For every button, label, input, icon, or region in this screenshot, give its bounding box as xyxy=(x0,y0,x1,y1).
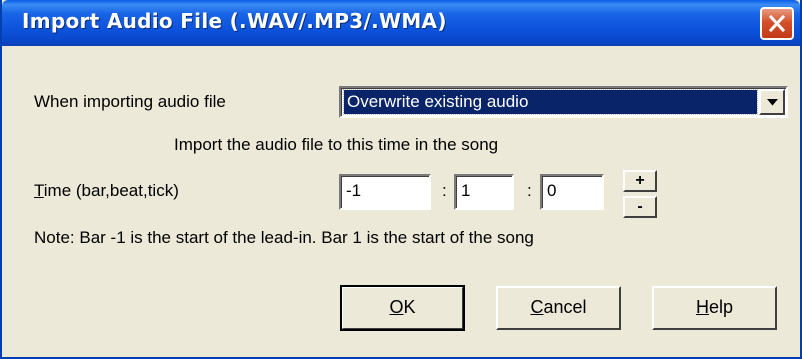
decrement-button[interactable]: - xyxy=(623,196,657,218)
help-button[interactable]: Help xyxy=(652,286,777,330)
import-audio-dialog: Import Audio File (.WAV/.MP3/.WMA) When … xyxy=(0,0,802,359)
beat-tick-separator: : xyxy=(527,181,532,200)
cancel-mnemonic: C xyxy=(530,297,544,317)
help-label: elp xyxy=(708,297,734,317)
time-heading: Import the audio file to this time in th… xyxy=(174,135,499,154)
dialog-title: Import Audio File (.WAV/.MP3/.WMA) xyxy=(22,9,447,33)
chevron-down-icon xyxy=(767,99,778,106)
cancel-button[interactable]: Cancel xyxy=(496,286,621,330)
time-label-mnemonic: T xyxy=(34,181,44,200)
tick-field[interactable]: 0 xyxy=(540,174,604,210)
bar-beat-separator: : xyxy=(442,181,447,200)
time-label: Time (bar,beat,tick) xyxy=(34,181,179,201)
ok-label: K xyxy=(403,297,416,317)
increment-button[interactable]: + xyxy=(623,170,657,192)
close-icon xyxy=(769,15,785,32)
import-mode-dropdown[interactable]: Overwrite existing audio xyxy=(339,86,788,118)
lead-in-note: Note: Bar -1 is the start of the lead-in… xyxy=(34,228,534,247)
title-bar[interactable]: Import Audio File (.WAV/.MP3/.WMA) xyxy=(2,0,800,46)
bar-field[interactable]: -1 xyxy=(339,174,431,210)
time-label-text: ime (bar,beat,tick) xyxy=(43,181,179,200)
ok-button[interactable]: OK xyxy=(340,285,465,331)
ok-mnemonic: O xyxy=(389,297,404,317)
cancel-label: ancel xyxy=(543,297,587,317)
beat-field[interactable]: 1 xyxy=(454,174,514,210)
help-mnemonic: H xyxy=(695,297,709,317)
import-mode-selected: Overwrite existing audio xyxy=(343,89,758,115)
import-mode-label: When importing audio file xyxy=(34,92,226,111)
dropdown-button[interactable] xyxy=(759,89,785,115)
close-button[interactable] xyxy=(760,7,794,40)
